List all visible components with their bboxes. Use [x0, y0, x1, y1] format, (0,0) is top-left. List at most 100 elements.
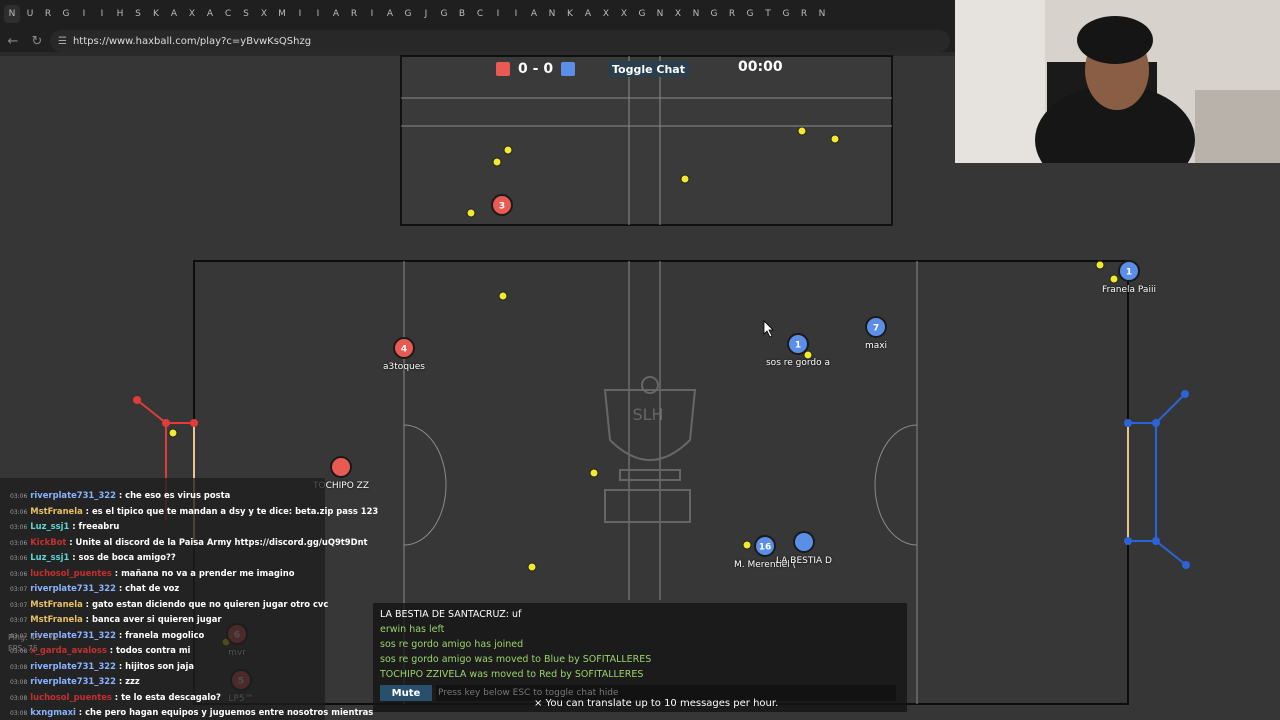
logo-text: SLH: [632, 405, 663, 424]
player-number: 16: [759, 543, 772, 553]
goal-post: [1181, 390, 1189, 398]
chat-message: gato estan diciendo que no quieren jugar…: [91, 598, 329, 609]
chat-separator: :: [115, 583, 126, 593]
player-disc: [793, 531, 815, 553]
score: 0 - 0: [518, 61, 554, 77]
chat-username[interactable]: KickBot: [30, 537, 66, 547]
chat-message: franela mogolico: [125, 629, 205, 640]
chat-separator: :: [111, 567, 122, 578]
system-message: erwin has left: [380, 624, 445, 635]
blue-team-indicator: [561, 62, 576, 76]
chat-line: 03:06 Luz_ssj1 : sos de boca amigo??: [10, 552, 176, 562]
goal-post: [1182, 561, 1190, 569]
system-message: sos re gordo amigo was moved to Blue by …: [380, 654, 652, 665]
chat-separator: :: [106, 645, 117, 655]
chat-time: 03:08: [10, 694, 28, 702]
chat-line: 03:06 riverplate731_322 : che eso es viru…: [10, 490, 230, 500]
ball: [830, 134, 840, 144]
chat-time: 03:06: [10, 493, 28, 500]
chat-time: 03:08: [10, 663, 28, 671]
chat-message: todos contra mi: [116, 645, 191, 655]
ball: [503, 145, 513, 155]
room-chat-log: 03:06 riverplate731_322 : che eso es viru…: [0, 478, 378, 720]
chat-time: 03:08: [10, 679, 28, 686]
translate-note: × You can translate up to 10 messages pe…: [534, 698, 779, 709]
ball: [492, 157, 502, 167]
chat-line: 03:08 luchosol_puentes : te lo esta desca…: [10, 692, 221, 702]
player-number: 3: [499, 202, 505, 212]
chat-time: 03:08: [10, 710, 28, 717]
chat-username[interactable]: kxngmaxi: [30, 707, 76, 717]
chat-message: che eso es virus posta: [125, 490, 231, 500]
fps-text: FPS: 75: [8, 644, 38, 653]
chat-separator: :: [66, 536, 76, 547]
chat-message: mañana no va a prender me imagino: [121, 567, 295, 578]
chat-time: 03:07: [10, 586, 28, 593]
chat-username[interactable]: riverplate731_322: [30, 661, 116, 671]
toggle-chat-button[interactable]: Toggle Chat: [608, 61, 689, 77]
chat-separator: :: [115, 660, 126, 671]
goal-post: [190, 419, 198, 427]
mute-button[interactable]: Mute: [380, 685, 432, 701]
chat-message: hijitos son jaja: [125, 660, 195, 671]
chat-message: zzz: [125, 676, 140, 686]
chat-username[interactable]: MstFranela: [30, 599, 82, 609]
chat-message: sos de boca amigo??: [78, 552, 176, 562]
chat-line: 03:08 kxngmaxi : che pero hagan equipos y…: [10, 707, 373, 717]
chat-message: che pero hagan equipos y juguemos entre …: [85, 707, 374, 717]
chat-separator: :: [82, 614, 92, 624]
player-number: 1: [1126, 268, 1132, 278]
chat-username[interactable]: MstFranela: [30, 614, 82, 624]
player-number: 4: [401, 345, 407, 355]
chat-username[interactable]: riverplate731_322: [30, 583, 116, 593]
player-name: maxi: [864, 341, 888, 351]
chat-time: 03:07: [10, 601, 28, 609]
chat-username[interactable]: luchosol_puentes: [30, 692, 112, 702]
ball: [1109, 274, 1119, 284]
chat-message: Unite al discord de la Paisa Army https:…: [75, 536, 368, 547]
net-stats: Ping: 43 - 72 FPS: 75: [8, 632, 59, 654]
ball: [168, 428, 178, 438]
player-number: 1: [795, 341, 801, 351]
system-message: LA BESTIA DE SANTACRUZ: uf: [380, 609, 522, 620]
ball: [466, 208, 476, 218]
chat-username[interactable]: MstFranela: [30, 506, 82, 516]
chat-line: 03:08 riverplate731_322 : zzz: [10, 676, 140, 686]
chat-separator: :: [75, 707, 86, 717]
chat-time: 03:06: [10, 508, 28, 516]
system-message: sos re gordo amigo has joined: [380, 639, 524, 650]
chat-separator: :: [115, 676, 126, 686]
chat-time: 03:06: [10, 570, 28, 578]
chat-line: 03:06 MstFranela : es el tipico que te ma…: [10, 506, 378, 516]
chat-separator: :: [82, 505, 92, 516]
goal-post: [1152, 537, 1160, 545]
chat-separator: :: [115, 629, 126, 640]
chat-time: 03:06: [10, 524, 28, 531]
chat-line: 03:08 riverplate731_322 : hijitos son jaj…: [10, 661, 194, 671]
chat-line: 03:07 MstFranela : gato estan diciendo qu…: [10, 599, 328, 609]
chat-time: 03:06: [10, 555, 28, 562]
system-chat-box: LA BESTIA DE SANTACRUZ: uf erwin has left…: [373, 603, 907, 712]
ball: [1095, 260, 1105, 270]
chat-separator: :: [82, 598, 92, 609]
chat-line: 03:07 riverplate731_322 : chat de voz: [10, 583, 179, 593]
chat-username[interactable]: Luz_ssj1: [30, 552, 69, 562]
webcam-overlay: [955, 0, 1280, 163]
chat-separator: :: [111, 691, 122, 702]
goal-post: [1152, 419, 1160, 427]
upper-field: [400, 55, 893, 226]
ball: [742, 540, 752, 550]
ball: [797, 126, 807, 136]
chat-username[interactable]: Luz_ssj1: [30, 521, 69, 531]
player-disc: [330, 456, 352, 478]
player-name: sos re gordo a: [765, 358, 831, 368]
chat-username[interactable]: riverplate731_322: [30, 676, 116, 686]
goal-post: [133, 396, 141, 404]
chat-username[interactable]: riverplate731_322: [30, 490, 116, 500]
chat-message: chat de voz: [125, 583, 180, 593]
chat-username[interactable]: luchosol_puentes: [30, 568, 112, 578]
chat-separator: :: [115, 490, 126, 500]
chat-message: banca aver si quieren jugar: [91, 614, 222, 624]
match-timer: 00:00: [738, 59, 783, 75]
red-team-indicator: [496, 62, 510, 76]
